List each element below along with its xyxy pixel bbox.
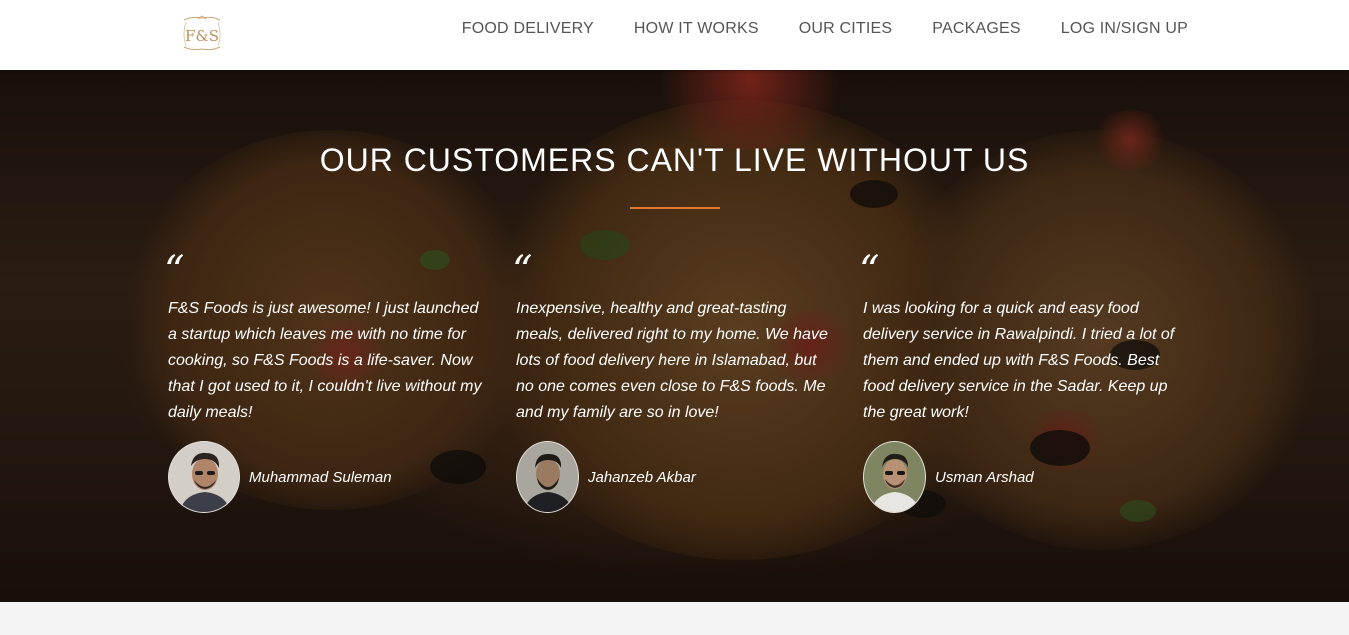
quote-icon: “ bbox=[512, 248, 533, 294]
testimonials-section: OUR CUSTOMERS CAN'T LIVE WITHOUT US “ F&… bbox=[0, 70, 1349, 602]
testimonial-card: “ I was looking for a quick and easy foo… bbox=[859, 251, 1183, 513]
nav-how-it-works[interactable]: HOW IT WORKS bbox=[634, 20, 759, 38]
testimonial-text: I was looking for a quick and easy food … bbox=[863, 300, 1175, 421]
avatar bbox=[863, 441, 926, 513]
author-name: Muhammad Suleman bbox=[249, 468, 392, 486]
main-nav: FOOD DELIVERY HOW IT WORKS OUR CITIES PA… bbox=[422, 0, 1188, 57]
testimonial-author: Muhammad Suleman bbox=[168, 441, 392, 513]
testimonial-card: “ Inexpensive, healthy and great-tasting… bbox=[512, 251, 836, 513]
nav-login-signup[interactable]: LOG IN/SIGN UP bbox=[1061, 20, 1188, 38]
quote-icon: “ bbox=[164, 248, 185, 294]
author-name: Usman Arshad bbox=[935, 468, 1034, 486]
top-navbar: F&S FOOD DELIVERY HOW IT WORKS OUR CITIE… bbox=[0, 0, 1349, 70]
quote-icon: “ bbox=[859, 248, 880, 294]
testimonial-card: “ F&S Foods is just awesome! I just laun… bbox=[164, 251, 488, 513]
author-name: Jahanzeb Akbar bbox=[588, 468, 696, 486]
avatar bbox=[516, 441, 579, 513]
title-underline bbox=[630, 207, 720, 209]
nav-our-cities[interactable]: OUR CITIES bbox=[799, 20, 893, 38]
next-section-strip bbox=[0, 602, 1349, 635]
testimonial-author: Usman Arshad bbox=[863, 441, 1034, 513]
brand-logo[interactable]: F&S bbox=[178, 14, 226, 54]
section-title: OUR CUSTOMERS CAN'T LIVE WITHOUT US bbox=[319, 142, 1030, 178]
testimonial-text: Inexpensive, healthy and great-tasting m… bbox=[516, 300, 828, 421]
testimonial-author: Jahanzeb Akbar bbox=[516, 441, 696, 513]
svg-text:F&S: F&S bbox=[185, 27, 219, 45]
testimonial-text: F&S Foods is just awesome! I just launch… bbox=[168, 300, 482, 421]
nav-food-delivery[interactable]: FOOD DELIVERY bbox=[462, 20, 594, 38]
nav-packages[interactable]: PACKAGES bbox=[932, 20, 1020, 38]
avatar bbox=[168, 441, 240, 513]
